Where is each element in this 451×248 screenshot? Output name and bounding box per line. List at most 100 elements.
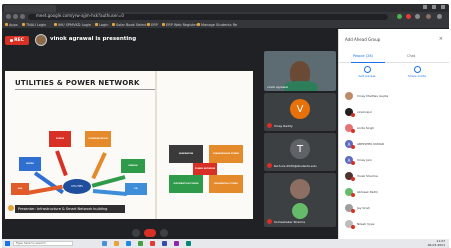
mic-off-icon: [351, 177, 355, 181]
maximize-icon[interactable]: [432, 5, 436, 9]
diagram-box: GAS: [11, 183, 29, 195]
file-explorer-icon[interactable]: [114, 241, 119, 246]
avatar: A: [345, 156, 355, 165]
avatar: T: [290, 139, 310, 159]
leave-call-button[interactable]: [144, 229, 156, 237]
participant-row[interactable]: A Vinay Jain: [345, 155, 445, 165]
slide-caption: Presenter: Infrastructure & Smart Networ…: [15, 205, 125, 213]
bookmark-item[interactable]: Manage Students Re: [197, 23, 237, 27]
close-window-icon[interactable]: [441, 5, 445, 9]
participant-name: Vivek Sharma: [357, 174, 378, 178]
participant-name: Abhisek Padhi: [357, 190, 378, 194]
participant-row[interactable]: Vivek Sharma: [345, 171, 445, 181]
bookmark-item[interactable]: IMU SPMVKD Login: [54, 23, 91, 27]
url-text: meet.google.com/yrw-ajjm-hsk?authuser=0: [36, 12, 124, 18]
add-person-icon: [363, 66, 371, 73]
system-clock[interactable]: 11:27 06-03-2021: [428, 239, 445, 247]
taskbar-search-input[interactable]: Type here to search: [13, 241, 73, 246]
bookmark-item[interactable]: Solar Book Select: [112, 23, 147, 27]
app-icon[interactable]: [162, 241, 167, 246]
avatar: [345, 188, 355, 197]
diagram-box: DISTRIBUTION POWER: [169, 175, 203, 193]
logo: [8, 205, 14, 211]
url-input[interactable]: meet.google.com/yrw-ajjm-hsk?authuser=0: [28, 12, 388, 20]
menu-icon[interactable]: [437, 14, 442, 19]
video-tile[interactable]: T tel.Suni.2020@students.edu: [264, 133, 336, 171]
app-icon[interactable]: [150, 241, 155, 246]
participant-row[interactable]: Vinay Madhav Gupta: [345, 91, 445, 101]
mic-off-icon: [351, 161, 355, 165]
panel-tabs: People (28) Chat: [339, 51, 449, 63]
mic-off-icon: [351, 145, 355, 149]
browser-tab-strip: [2, 4, 449, 12]
mic-off-icon: [267, 123, 272, 128]
record-icon: [10, 39, 14, 42]
meeting-controls: [2, 227, 338, 239]
chrome-icon[interactable]: [138, 241, 143, 246]
app-icon[interactable]: [174, 241, 179, 246]
diagram-arrow: [91, 152, 107, 180]
reload-icon[interactable]: [20, 14, 25, 19]
extension-icon[interactable]: [415, 14, 420, 19]
avatar: [345, 204, 355, 213]
apps-icon: [5, 23, 8, 26]
participant-name: vinokrajul: [357, 110, 372, 114]
close-icon[interactable]: ×: [439, 36, 443, 42]
bookmark-item[interactable]: Apps: [5, 23, 18, 27]
windows-start-icon[interactable]: [5, 241, 10, 246]
avatar: [290, 179, 310, 199]
edge-icon[interactable]: [126, 241, 131, 246]
bookmark-item[interactable]: Login: [95, 23, 108, 27]
participant-name: ABHISHEK KUMAR: [357, 142, 385, 146]
back-icon[interactable]: [6, 14, 11, 19]
participant-row[interactable]: vinokrajul: [345, 107, 445, 117]
participant-row[interactable]: A ABHISHEK KUMAR: [345, 139, 445, 149]
tab-people[interactable]: People (28): [353, 54, 373, 58]
avatar: [345, 124, 355, 133]
participant-row[interactable]: Jay Krish: [345, 203, 445, 213]
video-tile[interactable]: Somashekar Sharma: [264, 201, 336, 227]
tile-name: Vinay Reddy: [274, 124, 293, 128]
bookmark-icon: [112, 23, 115, 26]
mic-icon[interactable]: [132, 229, 140, 237]
forward-icon[interactable]: [13, 14, 18, 19]
diagram-box: GENERATION: [169, 145, 203, 163]
video-tile[interactable]: V Vinay Reddy: [264, 93, 336, 131]
participant-row[interactable]: Abhisek Padhi: [345, 187, 445, 197]
address-bar-row: meet.google.com/yrw-ajjm-hsk?authuser=0: [2, 12, 449, 21]
tile-name: Somashekar Sharma: [274, 220, 306, 224]
diagram-arrow: [55, 150, 68, 177]
diagram-box: RESIDENTIAL POWER: [209, 175, 243, 193]
mic-off-icon: [351, 113, 355, 117]
tab-chat[interactable]: Chat: [407, 54, 415, 58]
bookmark-item[interactable]: TNAU Login: [22, 23, 46, 27]
avatar: [35, 34, 47, 46]
profile-avatar[interactable]: [426, 14, 431, 19]
bookmark-item[interactable]: ERP Web Register: [162, 23, 197, 27]
add-people-button[interactable]: Add people: [347, 66, 387, 78]
extension-icon[interactable]: [397, 14, 402, 19]
browser-tab[interactable]: [4, 5, 56, 12]
app-icon[interactable]: [186, 241, 191, 246]
participant-row[interactable]: Nilesh Vyas: [345, 219, 445, 229]
share-invite-button[interactable]: Share invite: [397, 66, 437, 78]
participant-row[interactable]: Anita Singh: [345, 123, 445, 133]
avatar: [345, 172, 355, 181]
bookmark-icon: [95, 23, 98, 26]
minimize-icon[interactable]: [423, 5, 427, 9]
bookmark-item[interactable]: ERP: [147, 23, 158, 27]
slide-title: UTILITIES & POWER NETWORK: [15, 79, 140, 87]
divider: [15, 89, 157, 90]
mic-off-icon: [267, 219, 272, 224]
window-controls: [423, 5, 445, 9]
participant-name: Vinay Jain: [357, 158, 372, 162]
panel-title: Add Ahead Group: [345, 37, 381, 42]
bookmark-icon: [147, 23, 150, 26]
presenting-label: vinok agrawal is presenting: [50, 36, 137, 42]
video-tile[interactable]: vinok agrawal: [264, 51, 336, 91]
task-view-icon[interactable]: [102, 241, 107, 246]
camera-icon[interactable]: [160, 229, 168, 237]
avatar: V: [290, 99, 310, 119]
extension-icon[interactable]: [406, 14, 411, 19]
meet-stage: REC vinok agrawal is presenting UTILITIE…: [2, 29, 449, 239]
